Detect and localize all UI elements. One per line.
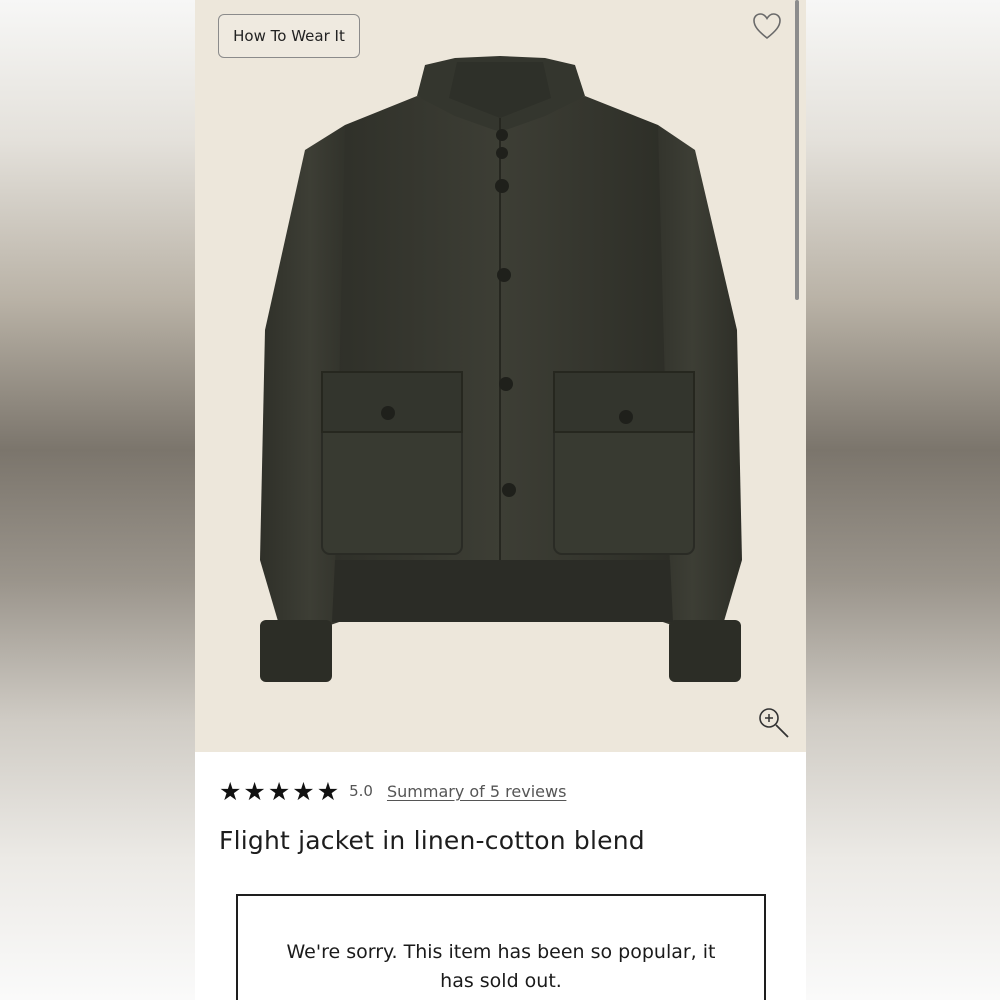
sold-out-line-1: We're sorry. This item has been so popul… bbox=[286, 941, 716, 963]
sold-out-notice: We're sorry. This item has been so popul… bbox=[236, 894, 766, 1000]
star-filled-icon: ★ bbox=[292, 776, 315, 806]
star-rating: ★ ★ ★ ★ ★ bbox=[219, 779, 339, 804]
star-filled-icon: ★ bbox=[267, 776, 291, 806]
background-right bbox=[806, 0, 1000, 1000]
star-filled-icon: ★ bbox=[316, 776, 340, 806]
rating-row: ★ ★ ★ ★ ★ 5.0 Summary of 5 reviews bbox=[219, 776, 566, 806]
sold-out-message: We're sorry. This item has been so popul… bbox=[238, 938, 764, 996]
how-to-wear-button[interactable]: How To Wear It bbox=[218, 14, 360, 58]
product-title: Flight jacket in linen-cotton blend bbox=[219, 826, 645, 855]
product-page: How To Wear It ★ ★ ★ ★ ★ 5.0 Summary of … bbox=[195, 0, 806, 1000]
heart-outline-icon[interactable] bbox=[751, 10, 783, 42]
background-left bbox=[0, 0, 195, 1000]
star-filled-icon: ★ bbox=[243, 776, 266, 806]
product-image[interactable]: How To Wear It bbox=[195, 0, 806, 752]
sold-out-line-2: has sold out. bbox=[440, 970, 562, 992]
jacket-image bbox=[260, 56, 742, 682]
scrollbar[interactable] bbox=[795, 0, 799, 300]
rating-value: 5.0 bbox=[349, 782, 373, 800]
reviews-summary-link[interactable]: Summary of 5 reviews bbox=[387, 782, 566, 801]
star-filled-icon: ★ bbox=[219, 776, 242, 806]
zoom-in-icon[interactable] bbox=[757, 706, 791, 740]
